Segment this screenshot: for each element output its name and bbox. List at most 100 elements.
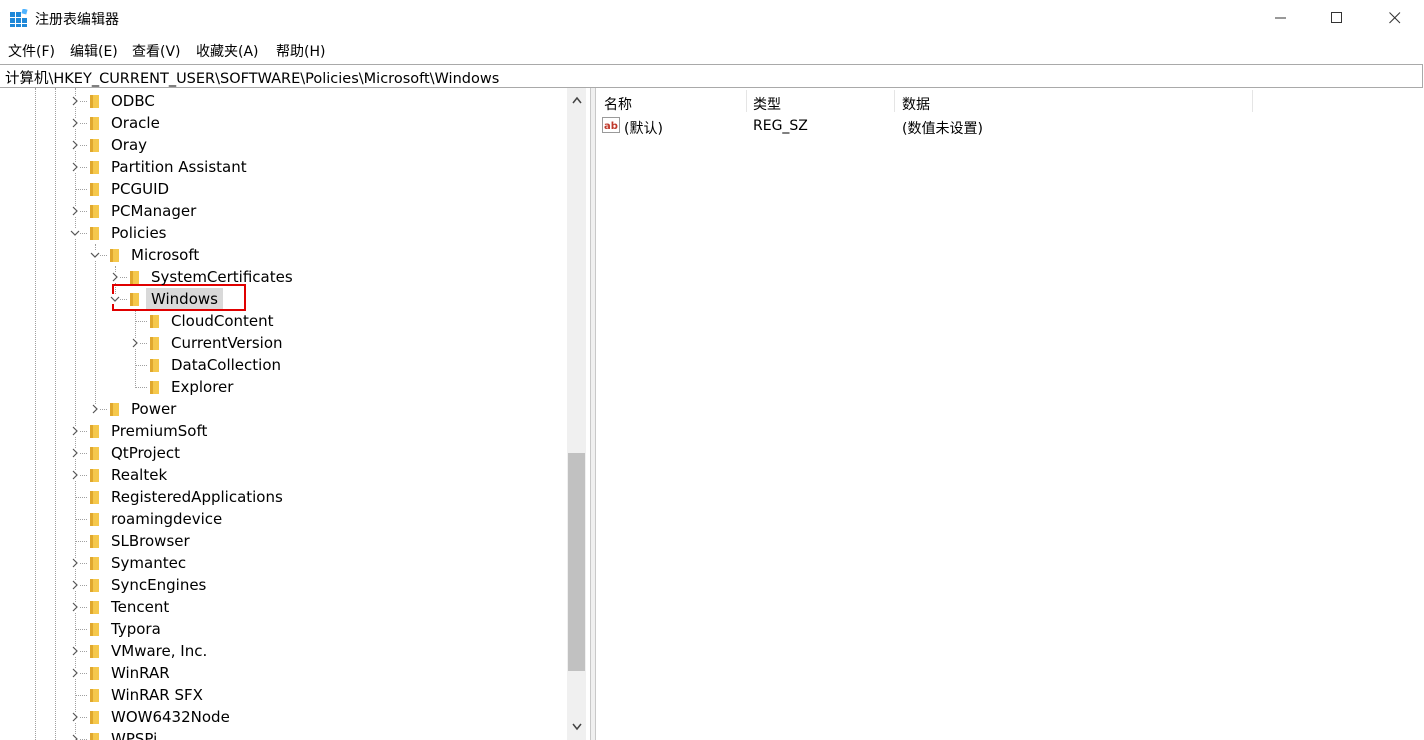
- chevron-down-icon[interactable]: [90, 250, 100, 260]
- tree-item-label: RegisteredApplications: [111, 488, 283, 506]
- tree-item-label: Oracle: [111, 114, 160, 132]
- tree-item[interactable]: ODBC: [0, 90, 566, 112]
- value-name: (默认): [624, 121, 663, 137]
- folder-icon: [128, 292, 142, 306]
- column-header-type[interactable]: 类型: [753, 94, 781, 114]
- column-header-name[interactable]: 名称: [604, 94, 632, 114]
- tree-line: [75, 189, 87, 190]
- chevron-right-icon[interactable]: [70, 580, 80, 590]
- folder-icon: [148, 314, 162, 328]
- menu-help[interactable]: 帮助(H): [276, 41, 325, 61]
- tree-item[interactable]: QtProject: [0, 442, 566, 464]
- chevron-right-icon[interactable]: [70, 426, 80, 436]
- chevron-right-icon[interactable]: [70, 206, 80, 216]
- tree-item[interactable]: CurrentVersion: [0, 332, 566, 354]
- column-divider[interactable]: [1252, 90, 1253, 112]
- chevron-right-icon[interactable]: [70, 712, 80, 722]
- folder-icon: [88, 666, 102, 680]
- tree-item[interactable]: SystemCertificates: [0, 266, 566, 288]
- chevron-right-icon[interactable]: [70, 602, 80, 612]
- chevron-right-icon[interactable]: [70, 96, 80, 106]
- tree-item-label: roamingdevice: [111, 510, 223, 528]
- tree-item[interactable]: WinRAR SFX: [0, 684, 566, 706]
- tree-item-label: SyncEngines: [111, 576, 207, 594]
- table-row[interactable]: ab (默认) REG_SZ (数值未设置): [596, 116, 1256, 138]
- chevron-right-icon[interactable]: [70, 470, 80, 480]
- chevron-down-icon[interactable]: [70, 228, 80, 238]
- folder-icon: [88, 710, 102, 724]
- chevron-right-icon[interactable]: [110, 272, 120, 282]
- tree-item[interactable]: RegisteredApplications: [0, 486, 566, 508]
- chevron-right-icon[interactable]: [70, 140, 80, 150]
- tree-item[interactable]: PremiumSoft: [0, 420, 566, 442]
- tree-item-label: WinRAR SFX: [111, 686, 203, 704]
- folder-icon: [148, 380, 162, 394]
- tree-item[interactable]: Explorer: [0, 376, 566, 398]
- folder-icon: [88, 578, 102, 592]
- tree-line: [135, 321, 147, 322]
- maximize-button[interactable]: [1308, 0, 1366, 36]
- tree-item[interactable]: Typora: [0, 618, 566, 640]
- chevron-right-icon[interactable]: [70, 448, 80, 458]
- folder-icon: [88, 644, 102, 658]
- tree-item[interactable]: VMware, Inc.: [0, 640, 566, 662]
- tree-item[interactable]: Oray: [0, 134, 566, 156]
- address-bar[interactable]: 计算机\HKEY_CURRENT_USER\SOFTWARE\Policies\…: [0, 64, 1423, 88]
- column-header-data[interactable]: 数据: [902, 94, 930, 114]
- chevron-right-icon[interactable]: [70, 734, 80, 740]
- tree-item[interactable]: Power: [0, 398, 566, 420]
- folder-icon: [108, 402, 122, 416]
- tree-scrollbar[interactable]: [567, 88, 586, 740]
- close-button[interactable]: [1366, 0, 1424, 36]
- tree-item[interactable]: Realtek: [0, 464, 566, 486]
- key-tree-pane[interactable]: ODBC Oracle Oray Partition Assistant PCGUID P…: [0, 88, 591, 740]
- menu-view[interactable]: 查看(V): [132, 41, 181, 61]
- tree-item[interactable]: PCManager: [0, 200, 566, 222]
- tree-item[interactable]: WPSPi: [0, 728, 566, 740]
- tree-item[interactable]: CloudContent: [0, 310, 566, 332]
- tree-item[interactable]: Tencent: [0, 596, 566, 618]
- tree-item[interactable]: Partition Assistant: [0, 156, 566, 178]
- close-icon: [1389, 12, 1401, 24]
- menu-edit[interactable]: 编辑(E): [70, 41, 118, 61]
- address-path[interactable]: 计算机\HKEY_CURRENT_USER\SOFTWARE\Policies\…: [5, 67, 499, 88]
- chevron-down-icon[interactable]: [110, 294, 120, 304]
- tree-item[interactable]: Microsoft: [0, 244, 566, 266]
- chevron-right-icon[interactable]: [70, 646, 80, 656]
- tree-item-label: DataCollection: [171, 356, 282, 374]
- tree-item[interactable]: Windows: [0, 288, 566, 310]
- tree-item-label: Windows: [151, 290, 218, 308]
- chevron-right-icon[interactable]: [70, 668, 80, 678]
- chevron-right-icon[interactable]: [70, 118, 80, 128]
- column-divider[interactable]: [894, 90, 895, 112]
- tree-line: [75, 541, 87, 542]
- folder-icon: [88, 622, 102, 636]
- chevron-right-icon[interactable]: [130, 338, 140, 348]
- tree-item[interactable]: Policies: [0, 222, 566, 244]
- minimize-button[interactable]: [1252, 0, 1310, 36]
- menu-file[interactable]: 文件(F): [8, 41, 55, 61]
- tree-item[interactable]: WinRAR: [0, 662, 566, 684]
- column-divider[interactable]: [746, 90, 747, 112]
- tree-item-label: Symantec: [111, 554, 187, 572]
- chevron-down-icon: [571, 723, 582, 730]
- scroll-thumb[interactable]: [568, 453, 585, 671]
- folder-icon: [88, 534, 102, 548]
- tree-item[interactable]: SyncEngines: [0, 574, 566, 596]
- values-pane[interactable]: 名称 类型 数据 ab (默认) REG_SZ (数值未设置): [595, 88, 1424, 740]
- tree-item[interactable]: PCGUID: [0, 178, 566, 200]
- tree-item-label: SLBrowser: [111, 532, 190, 550]
- scroll-up-button[interactable]: [567, 91, 586, 108]
- chevron-right-icon[interactable]: [90, 404, 100, 414]
- menu-favorites[interactable]: 收藏夹(A): [196, 41, 259, 61]
- tree-item[interactable]: Oracle: [0, 112, 566, 134]
- tree-item-label: CurrentVersion: [171, 334, 283, 352]
- tree-item[interactable]: DataCollection: [0, 354, 566, 376]
- chevron-right-icon[interactable]: [70, 558, 80, 568]
- tree-item[interactable]: WOW6432Node: [0, 706, 566, 728]
- chevron-right-icon[interactable]: [70, 162, 80, 172]
- tree-item[interactable]: roamingdevice: [0, 508, 566, 530]
- tree-item[interactable]: Symantec: [0, 552, 566, 574]
- tree-item[interactable]: SLBrowser: [0, 530, 566, 552]
- scroll-down-button[interactable]: [567, 718, 586, 735]
